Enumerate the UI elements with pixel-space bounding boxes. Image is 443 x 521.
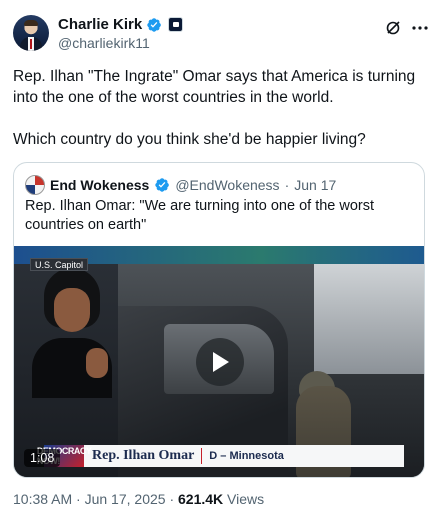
author-avatar[interactable] bbox=[13, 15, 49, 51]
video-speaker bbox=[32, 268, 112, 398]
quoted-author-handle[interactable]: @EndWokeness bbox=[175, 177, 279, 193]
quoted-header: End Wokeness @EndWokeness · Jun 17 bbox=[25, 175, 336, 195]
author-handle[interactable]: @charliekirk11 bbox=[58, 35, 150, 51]
tweet-header: Charlie Kirk @charliekirk11 bbox=[13, 14, 431, 54]
author-name[interactable]: Charlie Kirk bbox=[58, 16, 142, 33]
timestamp[interactable]: 10:38 AM · Jun 17, 2025 · bbox=[13, 491, 174, 507]
lower-third-party: D – Minnesota bbox=[209, 450, 284, 462]
play-button[interactable] bbox=[196, 338, 244, 386]
quoted-text: Rep. Ilhan Omar: "We are turning into on… bbox=[25, 198, 375, 233]
video-player[interactable]: U.S. Capitol DEMOCRACY NOW! Rep. Ilhan O… bbox=[14, 246, 424, 477]
video-background-light bbox=[314, 264, 424, 374]
more-dots-icon[interactable] bbox=[410, 18, 430, 38]
tweet-meta: 10:38 AM · Jun 17, 2025 · 621.4K Views bbox=[13, 491, 264, 507]
quoted-avatar[interactable] bbox=[25, 175, 45, 195]
views-label: Views bbox=[227, 491, 265, 507]
author-name-row: Charlie Kirk bbox=[58, 16, 184, 33]
quoted-date[interactable]: Jun 17 bbox=[294, 177, 336, 193]
tweet-text: Rep. Ilhan "The Ingrate" Omar says that … bbox=[13, 66, 423, 150]
video-duration: 1:08 bbox=[24, 449, 61, 467]
quoted-author-name[interactable]: End Wokeness bbox=[50, 177, 149, 193]
tweet-paragraph-2: Which country do you think she'd be happ… bbox=[13, 131, 366, 148]
quoted-separator: · bbox=[284, 177, 290, 193]
verified-badge-icon bbox=[155, 178, 170, 192]
grok-icon[interactable] bbox=[385, 20, 401, 36]
play-icon bbox=[213, 352, 229, 372]
lower-third-divider bbox=[201, 448, 203, 464]
quoted-tweet-card[interactable]: End Wokeness @EndWokeness · Jun 17 Rep. … bbox=[13, 162, 425, 478]
affiliate-badge-icon[interactable] bbox=[168, 17, 184, 32]
verified-badge-icon bbox=[147, 17, 162, 32]
tweet-paragraph-1: Rep. Ilhan "The Ingrate" Omar says that … bbox=[13, 68, 416, 106]
location-tag: U.S. Capitol bbox=[30, 258, 89, 271]
lower-third-name: Rep. Ilhan Omar bbox=[92, 448, 195, 463]
views-count: 621.4K bbox=[178, 491, 224, 507]
lower-third: DEMOCRACY NOW! Rep. Ilhan Omar D – Minne… bbox=[37, 445, 404, 467]
